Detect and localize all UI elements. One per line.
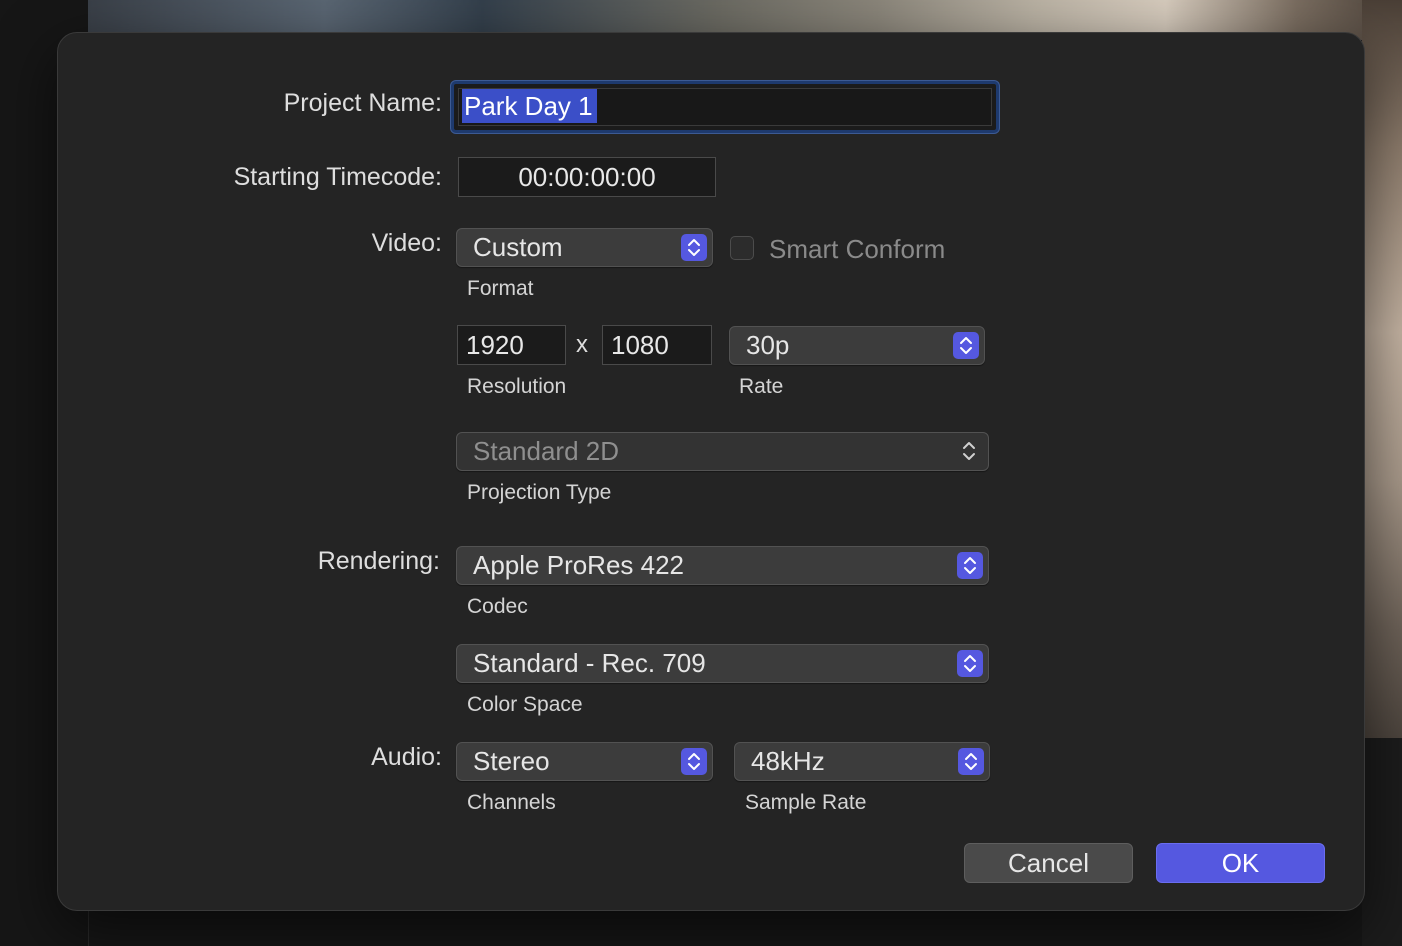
sample-rate-caption: Sample Rate <box>745 791 867 814</box>
resolution-width-field[interactable]: 1920 <box>457 325 566 365</box>
resolution-height-value: 1080 <box>611 329 669 360</box>
color-space-caption: Color Space <box>467 693 583 716</box>
channels-popup[interactable]: Stereo <box>456 742 713 781</box>
chevron-up-down-icon <box>681 234 707 261</box>
projection-type-value: Standard 2D <box>473 436 619 466</box>
chevron-up-down-icon <box>958 748 984 775</box>
color-space-popup[interactable]: Standard - Rec. 709 <box>456 644 989 683</box>
audio-label: Audio: <box>371 743 442 771</box>
channels-value: Stereo <box>473 746 550 776</box>
rate-caption: Rate <box>739 375 784 398</box>
resolution-separator: x <box>576 331 588 358</box>
resolution-height-field[interactable]: 1080 <box>602 325 712 365</box>
resolution-caption: Resolution <box>467 375 567 398</box>
project-name-value: Park Day 1 <box>462 89 597 123</box>
smart-conform-checkbox[interactable] <box>730 236 754 260</box>
sample-rate-value: 48kHz <box>751 746 825 776</box>
chevron-up-down-icon <box>681 748 707 775</box>
projection-type-popup[interactable]: Standard 2D <box>456 432 989 471</box>
format-popup[interactable]: Custom <box>456 228 713 267</box>
chevron-up-down-icon <box>953 332 979 359</box>
rate-value: 30p <box>746 330 790 360</box>
color-space-value: Standard - Rec. 709 <box>473 648 706 678</box>
chevron-up-down-icon <box>960 433 978 470</box>
starting-timecode-value: 00:00:00:00 <box>518 161 656 192</box>
cancel-button[interactable]: Cancel <box>964 843 1133 883</box>
format-caption: Format <box>467 277 534 300</box>
starting-timecode-field[interactable]: 00:00:00:00 <box>458 157 716 197</box>
background-video-frame-right <box>1362 0 1402 738</box>
resolution-width-value: 1920 <box>466 329 524 360</box>
channels-caption: Channels <box>467 791 556 814</box>
project-name-label: Project Name: <box>283 89 442 117</box>
chevron-up-down-icon <box>957 552 983 579</box>
ok-button[interactable]: OK <box>1156 843 1325 883</box>
projection-type-caption: Projection Type <box>467 481 612 504</box>
video-label: Video: <box>371 229 442 257</box>
project-name-field[interactable]: Park Day 1 <box>451 81 999 133</box>
codec-value: Apple ProRes 422 <box>473 550 685 580</box>
codec-caption: Codec <box>467 595 528 618</box>
project-settings-dialog: Project Name: Park Day 1 Starting Timeco… <box>57 32 1365 911</box>
format-value: Custom <box>473 232 563 262</box>
smart-conform-label: Smart Conform <box>769 234 946 264</box>
sample-rate-popup[interactable]: 48kHz <box>734 742 990 781</box>
background-panel <box>1362 738 1402 946</box>
chevron-up-down-icon <box>957 650 983 677</box>
codec-popup[interactable]: Apple ProRes 422 <box>456 546 989 585</box>
rate-popup[interactable]: 30p <box>729 326 985 365</box>
rendering-label: Rendering: <box>317 547 440 575</box>
starting-timecode-label: Starting Timecode: <box>233 163 442 191</box>
